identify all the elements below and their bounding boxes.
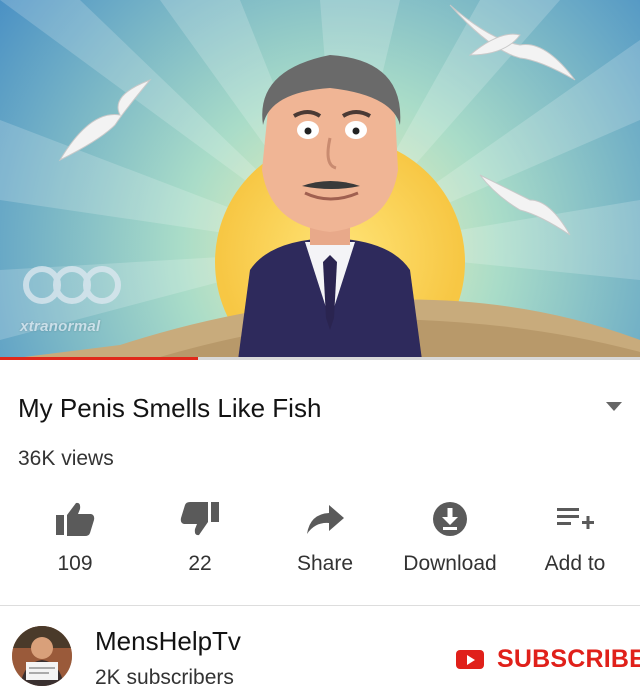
view-count: 36K views (18, 447, 114, 470)
like-button[interactable]: 109 (15, 495, 135, 590)
channel-name[interactable]: MensHelpTv (95, 626, 241, 657)
dislike-count: 22 (188, 552, 212, 575)
progress-bar[interactable] (0, 357, 640, 360)
action-bar: 109 22 Share Download Add to (0, 495, 640, 590)
playlist-add-icon (515, 497, 635, 541)
watermark-text: xtranormal (20, 318, 101, 335)
share-label: Share (296, 552, 354, 575)
download-label: Download (403, 552, 497, 575)
subscribe-button[interactable]: SUBSCRIBE (456, 644, 640, 674)
subscribe-label: SUBSCRIBE (497, 644, 640, 673)
share-button[interactable]: Share (265, 495, 385, 590)
youtube-play-icon (456, 649, 484, 669)
like-count: 109 (57, 552, 93, 575)
expand-description-icon[interactable] (606, 402, 622, 411)
video-player[interactable]: xtranormal (0, 0, 640, 360)
progress-fill (0, 357, 199, 360)
add-to-button[interactable]: Add to (515, 495, 635, 590)
add-to-label: Add to (544, 552, 606, 575)
download-icon (390, 497, 510, 541)
video-title: My Penis Smells Like Fish (18, 393, 322, 423)
video-thumbnail (0, 0, 640, 360)
channel-avatar[interactable] (12, 626, 72, 686)
share-icon (265, 497, 385, 541)
thumbs-up-icon (15, 497, 135, 541)
dislike-button[interactable]: 22 (140, 495, 260, 590)
subscriber-count: 2K subscribers (95, 666, 234, 689)
thumbs-down-icon (140, 497, 260, 541)
section-divider (0, 605, 640, 606)
download-button[interactable]: Download (390, 495, 510, 590)
